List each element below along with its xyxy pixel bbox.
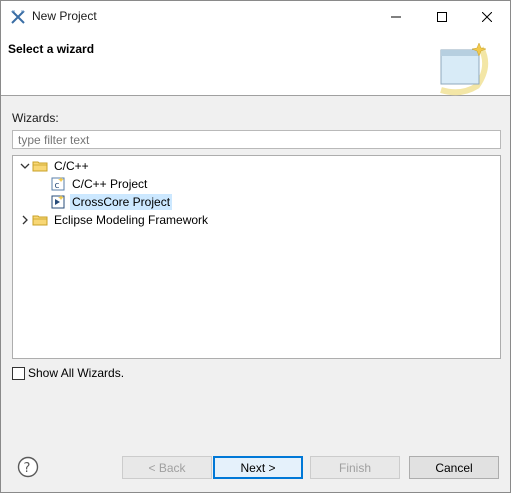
- tree-item-label: CrossCore Project: [70, 194, 173, 210]
- maximize-icon: [437, 11, 447, 22]
- svg-text:c: c: [55, 181, 60, 191]
- minimize-button[interactable]: [373, 1, 419, 32]
- help-icon[interactable]: ?: [17, 456, 39, 478]
- tree-item-label: Eclipse Modeling Framework: [54, 213, 209, 227]
- back-button[interactable]: < Back: [122, 456, 212, 479]
- banner-title: Select a wizard: [8, 42, 95, 56]
- eclipse-x-icon: [10, 9, 26, 25]
- folder-icon: [32, 212, 48, 228]
- show-all-label: Show All Wizards.: [28, 366, 125, 380]
- svg-text:?: ?: [24, 461, 31, 476]
- show-all-checkbox[interactable]: [12, 366, 25, 380]
- tree-item-crosscore-project[interactable]: CrossCore Project: [50, 193, 173, 211]
- next-button[interactable]: Next >: [213, 456, 303, 479]
- show-all-wizards-option[interactable]: Show All Wizards.: [12, 366, 124, 380]
- crosscore-project-icon: [50, 194, 66, 210]
- c-project-icon: c: [50, 176, 66, 192]
- tree-item-c-cpp[interactable]: C/C++: [18, 157, 91, 175]
- chevron-down-icon[interactable]: [18, 157, 32, 175]
- window-title: New Project: [32, 9, 97, 23]
- wizard-banner: Select a wizard: [1, 32, 510, 96]
- finish-button[interactable]: Finish: [310, 456, 400, 479]
- wizard-tree[interactable]: C/C++ c C/C++ Project CrossCore Project …: [12, 155, 501, 359]
- wizards-label: Wizards:: [12, 111, 59, 125]
- chevron-right-icon[interactable]: [18, 211, 32, 229]
- minimize-icon: [391, 16, 401, 17]
- filter-input[interactable]: [12, 130, 501, 149]
- tree-item-eclipse-modeling-framework[interactable]: Eclipse Modeling Framework: [18, 211, 210, 229]
- wizard-banner-icon: [433, 38, 495, 96]
- cancel-button[interactable]: Cancel: [409, 456, 499, 479]
- tree-item-label: C/C++: [54, 159, 89, 173]
- close-button[interactable]: [464, 1, 510, 32]
- maximize-button[interactable]: [419, 1, 465, 32]
- folder-icon: [32, 158, 48, 174]
- close-icon: [482, 11, 492, 22]
- title-bar: New Project: [1, 1, 510, 32]
- new-project-dialog: New Project Select a wizard Wizards: typ…: [0, 0, 511, 493]
- tree-item-c-cpp-project[interactable]: c C/C++ Project: [50, 175, 149, 193]
- tree-item-label: C/C++ Project: [72, 177, 148, 191]
